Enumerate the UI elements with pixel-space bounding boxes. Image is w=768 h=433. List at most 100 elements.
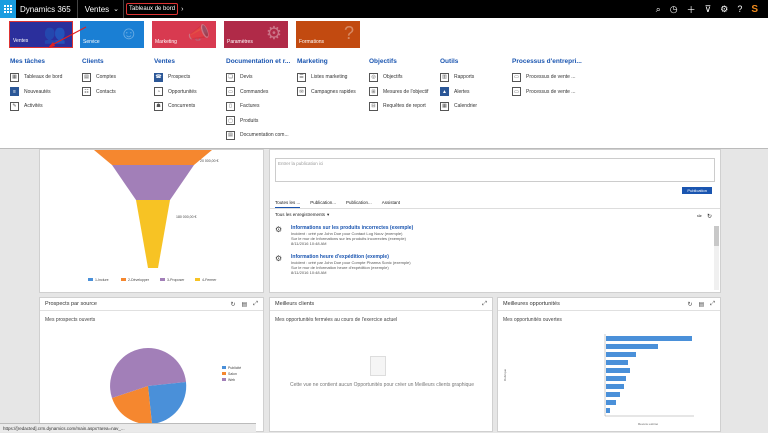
y-axis-label: Rubrique <box>503 369 507 382</box>
best-clients-card: Meilleurs clients ⤢ Mes opportunités fer… <box>269 297 493 432</box>
dashboard-icon: ▦ <box>10 72 19 82</box>
scrollbar-thumb[interactable] <box>714 226 719 246</box>
nav-label: Comptes <box>96 74 117 81</box>
pie-slice-publicite <box>148 347 186 386</box>
pin-icon[interactable]: ✑ <box>697 213 702 220</box>
group-processus: Processus d'entrepri... ▭ Processus de ve… <box>512 58 582 99</box>
nav-contacts[interactable]: ☷ Contacts <box>82 85 116 100</box>
nav-alertes[interactable]: ▲ Alertes <box>440 85 477 100</box>
bar <box>606 392 620 397</box>
nav-label: Commandes <box>240 88 269 95</box>
group-title: Ventes <box>154 58 175 65</box>
app-title[interactable]: Dynamics 365 <box>20 5 71 14</box>
tile-formations[interactable]: ? Formations <box>296 21 360 48</box>
nav-campagnes-rapides[interactable]: ✉ Campagnes rapides <box>297 85 356 100</box>
nav-label: Alertes <box>454 88 470 95</box>
help-icon[interactable]: ? <box>737 4 742 14</box>
nav-listes-marketing[interactable]: ☰ Listes marketing <box>297 70 356 85</box>
chevron-down-icon[interactable]: ⌄ <box>113 5 119 13</box>
bar <box>606 376 626 381</box>
nav-activites[interactable]: ✎ Activités <box>10 99 62 114</box>
tab-publication-2[interactable]: Publication... <box>346 198 372 208</box>
nav-produits[interactable]: ▢ Produits <box>226 114 290 129</box>
legend-item: Web <box>228 378 235 382</box>
metric-icon: ⊞ <box>369 87 378 97</box>
expand-icon[interactable]: ⤢ <box>710 301 715 308</box>
nav-concurrents[interactable]: ☗ Concurrents <box>154 99 197 114</box>
sales-funnel-card: 20 000,00 € 180 000,00 € 1-Inclure 2-Dév… <box>39 149 264 293</box>
calendar-icon: ▦ <box>440 101 449 111</box>
settings-icon[interactable]: ⚙ <box>720 4 728 15</box>
feed-post[interactable]: ⚙ Informations sur les produits incorrec… <box>270 221 720 250</box>
tab-publication-1[interactable]: Publication... <box>310 198 336 208</box>
nav-processus-vente-2[interactable]: ▭ Processus de vente ... <box>512 85 582 100</box>
funnel-label-mid: 180 000,00 € <box>176 215 196 219</box>
refresh-icon[interactable]: ↻ <box>687 301 692 308</box>
nav-label: Objectifs <box>383 74 403 81</box>
history-icon[interactable]: ◷ <box>670 4 678 15</box>
chevron-down-icon: ▾ <box>327 212 330 217</box>
refresh-icon[interactable]: ↻ <box>230 301 235 308</box>
top-navigation-bar: Dynamics 365 Ventes ⌄ Tableaux de bord ›… <box>0 0 768 18</box>
post-input[interactable]: Entrer la publication ici <box>275 158 715 182</box>
expand-icon[interactable]: ⤢ <box>482 301 487 308</box>
nav-calendrier[interactable]: ▦ Calendrier <box>440 99 477 114</box>
view-records-icon[interactable]: ▤ <box>699 301 705 308</box>
nav-processus-vente-1[interactable]: ▭ Processus de vente ... <box>512 70 582 85</box>
nav-commandes[interactable]: ▭ Commandes <box>226 85 290 100</box>
publish-button[interactable]: Publication <box>682 187 712 194</box>
bar <box>606 384 624 389</box>
view-records-icon[interactable]: ▤ <box>242 301 248 308</box>
nav-requetes-report[interactable]: ⊟ Requêtes de report <box>369 99 428 114</box>
app-launcher-button[interactable] <box>0 0 16 18</box>
feed-post[interactable]: ⚙ Information heure d'expédition (exempl… <box>270 250 720 279</box>
group-title: Marketing <box>297 58 328 65</box>
activity-icon: ✎ <box>10 101 19 111</box>
process-icon: ▭ <box>512 72 521 82</box>
nav-devis[interactable]: ❏ Devis <box>226 70 290 85</box>
chevron-right-icon[interactable]: › <box>181 6 183 13</box>
nav-label: Requêtes de report <box>383 103 426 110</box>
nav-label: Concurrents <box>168 103 196 110</box>
card-actions: ↻ ▤ ⤢ <box>687 301 715 308</box>
nav-mesures-objectif[interactable]: ⊞ Mesures de l'objectif <box>369 85 428 100</box>
refresh-icon[interactable]: ↻ <box>707 213 712 220</box>
search-icon[interactable]: ⌕ <box>656 4 661 15</box>
legend-item: Salon <box>228 372 237 376</box>
tile-parametres[interactable]: ⚙ Paramètres <box>224 21 288 48</box>
post-type-icon: ⚙ <box>275 225 283 234</box>
tab-assistant[interactable]: Assistant <box>382 198 400 208</box>
expand-icon[interactable]: ⤢ <box>253 301 258 308</box>
nav-factures[interactable]: ▯ Factures <box>226 99 290 114</box>
nav-rapports[interactable]: ▥ Rapports <box>440 70 477 85</box>
nav-documentation[interactable]: ▤ Documentation com... <box>226 128 290 143</box>
breadcrumb-dashboards[interactable]: Tableaux de bord <box>126 3 179 15</box>
campaign-icon: ✉ <box>297 87 306 97</box>
nav-objectifs[interactable]: ◎ Objectifs <box>369 70 428 85</box>
tile-label: Formations <box>299 39 325 45</box>
funnel-segment-develop <box>94 150 212 165</box>
post-date: 8/11/2016 10:48 AM <box>291 241 327 246</box>
nav-opportunites[interactable]: ◔ Opportunités <box>154 85 197 100</box>
feed-filter[interactable]: Tous les enregistrements ▾ <box>270 209 720 221</box>
add-icon[interactable]: ＋ <box>687 3 696 16</box>
card-title: Meilleurs clients <box>270 298 492 311</box>
document-icon: ▤ <box>226 130 235 140</box>
group-mes-taches: Mes tâches ▦ Tableaux de bord ≡ Nouveautés… <box>10 58 62 114</box>
separator <box>123 0 125 18</box>
nav-nouveautes[interactable]: ≡ Nouveautés <box>10 85 62 100</box>
group-title: Clients <box>82 58 104 65</box>
filter-icon[interactable]: ⊽ <box>705 4 712 15</box>
prospects-pie-chart: Publicité Salon Web <box>110 347 241 425</box>
nav-tableaux-de-bord[interactable]: ▦ Tableaux de bord <box>10 70 62 85</box>
nav-prospects[interactable]: ☎ Prospects <box>154 70 197 85</box>
tile-marketing[interactable]: 📣 Marketing <box>152 21 216 48</box>
module-selector[interactable]: Ventes <box>85 5 109 14</box>
brand-logo[interactable]: S <box>751 4 758 15</box>
group-objectifs: Objectifs ◎ Objectifs ⊞ Mesures de l'objec… <box>369 58 428 114</box>
card-actions: ↻ ▤ ⤢ <box>230 301 258 308</box>
feed-scrollbar[interactable] <box>714 226 719 290</box>
list-icon: ☰ <box>297 72 306 82</box>
tab-all[interactable]: Toutes les ... <box>275 198 301 208</box>
nav-comptes[interactable]: ▤ Comptes <box>82 70 116 85</box>
